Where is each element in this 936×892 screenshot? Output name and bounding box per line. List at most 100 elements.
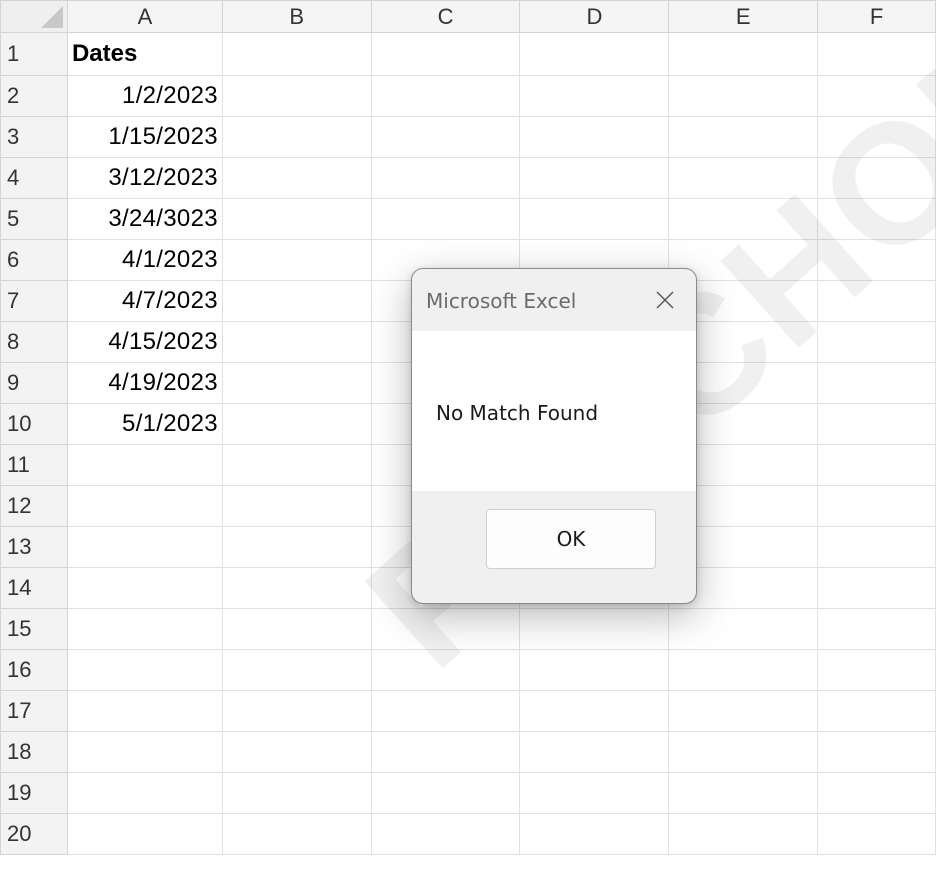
cell-e[interactable] [668,32,819,76]
cell-b[interactable] [221,813,372,855]
select-all-corner[interactable] [0,0,68,33]
row-header[interactable]: 9 [0,362,68,404]
row-header[interactable]: 6 [0,239,68,281]
cell-b[interactable] [221,362,372,404]
cell-a[interactable] [66,485,223,527]
cell-c[interactable] [370,116,521,158]
cell-f[interactable] [817,321,936,363]
cell-b[interactable] [221,280,372,322]
cell-b[interactable] [221,32,372,76]
cell-c[interactable] [370,649,521,691]
cell-c[interactable] [370,690,521,732]
row-header[interactable]: 2 [0,75,68,117]
row-header[interactable]: 5 [0,198,68,240]
cell-a[interactable]: 4/7/2023 [66,280,223,322]
row-header[interactable]: 19 [0,772,68,814]
cell-f[interactable] [817,116,936,158]
cell-b[interactable] [221,567,372,609]
ok-button[interactable]: OK [486,509,656,569]
column-header-c[interactable]: C [370,0,521,33]
cell-e[interactable] [668,75,819,117]
cell-d[interactable] [519,649,670,691]
cell-f[interactable] [817,75,936,117]
row-header[interactable]: 20 [0,813,68,855]
cell-b[interactable] [221,690,372,732]
cell-c[interactable] [370,198,521,240]
cell-a[interactable] [66,690,223,732]
cell-f[interactable] [817,731,936,773]
cell-f[interactable] [817,485,936,527]
cell-f[interactable] [817,280,936,322]
cell-a1-header[interactable]: Dates [66,32,223,76]
cell-a[interactable] [66,567,223,609]
cell-c[interactable] [370,157,521,199]
cell-b[interactable] [221,649,372,691]
cell-a[interactable] [66,526,223,568]
cell-c[interactable] [370,731,521,773]
cell-a[interactable] [66,813,223,855]
cell-e[interactable] [668,690,819,732]
row-header[interactable]: 8 [0,321,68,363]
cell-b[interactable] [221,731,372,773]
row-header[interactable]: 15 [0,608,68,650]
cell-e[interactable] [668,608,819,650]
cell-b[interactable] [221,526,372,568]
cell-a[interactable]: 3/12/2023 [66,157,223,199]
row-header[interactable]: 14 [0,567,68,609]
cell-e[interactable] [668,157,819,199]
cell-d[interactable] [519,32,670,76]
row-header[interactable]: 3 [0,116,68,158]
cell-b[interactable] [221,239,372,281]
cell-f[interactable] [817,403,936,445]
column-header-b[interactable]: B [221,0,372,33]
cell-f[interactable] [817,362,936,404]
cell-a[interactable]: 1/15/2023 [66,116,223,158]
cell-e[interactable] [668,649,819,691]
cell-a[interactable]: 4/1/2023 [66,239,223,281]
column-header-d[interactable]: D [519,0,670,33]
cell-b[interactable] [221,608,372,650]
cell-b[interactable] [221,75,372,117]
cell-e[interactable] [668,198,819,240]
cell-c[interactable] [370,32,521,76]
cell-d[interactable] [519,772,670,814]
cell-a[interactable] [66,772,223,814]
cell-c[interactable] [370,608,521,650]
cell-c[interactable] [370,772,521,814]
cell-f[interactable] [817,32,936,76]
column-header-f[interactable]: F [817,0,936,33]
close-icon[interactable] [648,283,682,317]
cell-d[interactable] [519,75,670,117]
cell-f[interactable] [817,444,936,486]
cell-a[interactable]: 5/1/2023 [66,403,223,445]
cell-c[interactable] [370,75,521,117]
cell-f[interactable] [817,526,936,568]
cell-f[interactable] [817,772,936,814]
cell-f[interactable] [817,567,936,609]
cell-a[interactable]: 3/24/3023 [66,198,223,240]
cell-a[interactable] [66,649,223,691]
row-header[interactable]: 12 [0,485,68,527]
column-header-a[interactable]: A [66,0,223,33]
cell-f[interactable] [817,690,936,732]
row-header[interactable]: 18 [0,731,68,773]
cell-a[interactable] [66,608,223,650]
cell-d[interactable] [519,731,670,773]
cell-a[interactable] [66,444,223,486]
cell-b[interactable] [221,157,372,199]
cell-d[interactable] [519,608,670,650]
cell-b[interactable] [221,772,372,814]
cell-d[interactable] [519,813,670,855]
cell-f[interactable] [817,813,936,855]
cell-d[interactable] [519,690,670,732]
cell-b[interactable] [221,403,372,445]
row-header[interactable]: 1 [0,32,68,76]
row-header[interactable]: 4 [0,157,68,199]
row-header[interactable]: 7 [0,280,68,322]
cell-b[interactable] [221,485,372,527]
cell-f[interactable] [817,649,936,691]
cell-b[interactable] [221,321,372,363]
cell-a[interactable]: 4/15/2023 [66,321,223,363]
cell-b[interactable] [221,198,372,240]
cell-e[interactable] [668,813,819,855]
